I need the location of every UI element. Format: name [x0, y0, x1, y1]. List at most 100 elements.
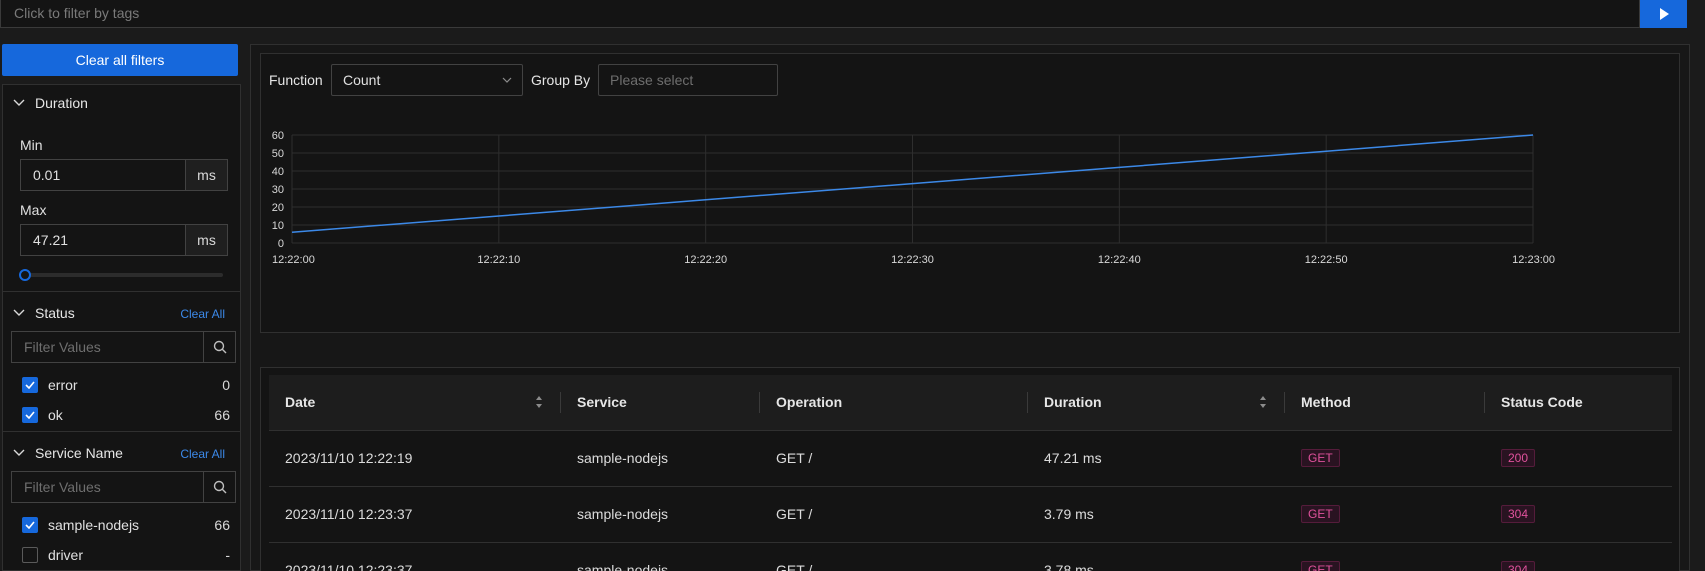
y-tick-label: 60 — [272, 130, 284, 142]
status-code-badge: 304 — [1501, 505, 1536, 523]
column-label: Date — [285, 394, 316, 411]
function-select[interactable]: Count — [331, 64, 523, 96]
max-duration-input[interactable]: 47.21 ms — [20, 224, 228, 256]
clear-all-filters-button[interactable]: Clear all filters — [2, 44, 238, 76]
cell-method: GET — [1285, 486, 1485, 543]
status-header[interactable]: Status — [13, 295, 75, 331]
function-label: Function — [269, 72, 323, 88]
table-row[interactable]: 2023/11/10 12:23:37 sample-nodejs GET / … — [269, 486, 1672, 543]
column-label: Service — [577, 394, 627, 411]
duration-slider-handle[interactable] — [19, 269, 31, 281]
table-header-row: Date Service Operation Duration Method S… — [269, 375, 1672, 431]
group-by-select[interactable]: Please select — [598, 64, 778, 96]
cell-service: sample-nodejs — [561, 486, 760, 543]
column-label: Method — [1301, 394, 1351, 411]
chevron-down-icon — [13, 99, 25, 106]
column-label: Duration — [1044, 394, 1102, 411]
duration-section: Duration Min 0.01 ms Max 47.21 ms — [3, 85, 240, 292]
service-option-sample-nodejs[interactable]: sample-nodejs 66 — [22, 514, 230, 536]
x-tick-label: 12:22:40 — [1098, 254, 1141, 266]
service-name-section: Service Name Clear All Filter Values sam… — [3, 432, 240, 571]
checkbox-checked[interactable] — [22, 407, 38, 423]
run-query-button[interactable] — [1640, 0, 1687, 28]
traces-table: Date Service Operation Duration Method S… — [269, 375, 1672, 571]
x-tick-label: 12:23:00 — [1512, 254, 1555, 266]
column-header-duration[interactable]: Duration — [1028, 375, 1285, 431]
status-code-badge: 200 — [1501, 449, 1536, 467]
service-option-count: 66 — [214, 517, 230, 533]
status-option-count: 66 — [214, 407, 230, 423]
service-clear-all-link[interactable]: Clear All — [180, 447, 225, 461]
checkbox-unchecked[interactable] — [22, 547, 38, 563]
group-by-placeholder: Please select — [610, 72, 694, 88]
service-name-title: Service Name — [35, 445, 123, 461]
method-badge: GET — [1301, 505, 1340, 523]
sort-icon[interactable] — [1259, 395, 1267, 409]
y-tick-label: 50 — [272, 148, 284, 160]
tag-filter-placeholder: Click to filter by tags — [14, 5, 140, 21]
check-icon — [25, 521, 35, 529]
service-filter-placeholder: Filter Values — [24, 479, 101, 495]
y-tick-label: 40 — [272, 166, 284, 178]
function-value: Count — [343, 72, 381, 88]
cell-date: 2023/11/10 12:23:37 — [269, 486, 561, 543]
count-line-chart: 0 10 20 30 40 50 60 12:22:00 12:22:10 12:22:20 12:… — [272, 130, 1555, 266]
cell-service: sample-nodejs — [561, 542, 760, 571]
table-row[interactable]: 2023/11/10 12:22:19 sample-nodejs GET / … — [269, 430, 1672, 487]
duration-slider[interactable] — [19, 269, 223, 281]
status-clear-all-link[interactable]: Clear All — [180, 307, 225, 321]
traces-table-card: Date Service Operation Duration Method S… — [260, 367, 1680, 571]
cell-operation: GET / — [760, 542, 1028, 571]
min-duration-input[interactable]: 0.01 ms — [20, 159, 228, 191]
cell-duration: 3.79 ms — [1028, 486, 1285, 543]
min-label: Min — [20, 137, 43, 153]
status-option-ok[interactable]: ok 66 — [22, 404, 230, 426]
cell-method: GET — [1285, 542, 1485, 571]
column-header-service[interactable]: Service — [561, 375, 760, 431]
cell-service: sample-nodejs — [561, 430, 760, 487]
column-label: Status Code — [1501, 394, 1583, 411]
status-search-button[interactable] — [203, 332, 235, 362]
x-tick-label: 12:22:10 — [477, 254, 520, 266]
status-option-error[interactable]: error 0 — [22, 374, 230, 396]
checkbox-checked[interactable] — [22, 517, 38, 533]
cell-date: 2023/11/10 12:22:19 — [269, 430, 561, 487]
max-duration-value: 47.21 — [33, 232, 69, 248]
function-control: Function — [269, 64, 323, 96]
service-name-header[interactable]: Service Name — [13, 435, 123, 471]
search-icon — [213, 340, 226, 354]
group-by-label: Group By — [531, 72, 591, 88]
service-search-button[interactable] — [203, 472, 235, 502]
column-label: Operation — [776, 394, 843, 411]
cell-method: GET — [1285, 430, 1485, 487]
duration-header[interactable]: Duration — [13, 85, 88, 121]
x-tick-label: 12:22:00 — [272, 254, 315, 266]
column-header-date[interactable]: Date — [269, 375, 561, 431]
column-header-operation[interactable]: Operation — [760, 375, 1028, 431]
play-icon — [1659, 8, 1669, 20]
service-option-label: driver — [48, 547, 84, 563]
cell-duration: 3.78 ms — [1028, 542, 1285, 571]
checkbox-checked[interactable] — [22, 377, 38, 393]
search-icon — [213, 480, 226, 494]
method-badge: GET — [1301, 449, 1340, 467]
status-filter-placeholder: Filter Values — [24, 339, 101, 355]
column-header-status-code[interactable]: Status Code — [1485, 375, 1672, 431]
service-option-driver[interactable]: driver - — [22, 544, 230, 566]
x-tick-label: 12:22:50 — [1305, 254, 1348, 266]
y-tick-label: 10 — [272, 220, 284, 232]
table-row[interactable]: 2023/11/10 12:23:37 sample-nodejs GET / … — [269, 542, 1672, 571]
service-filter-input[interactable]: Filter Values — [11, 471, 236, 503]
cell-status-code: 304 — [1485, 486, 1672, 543]
x-tick-label: 12:22:30 — [891, 254, 934, 266]
sort-icon[interactable] — [535, 395, 543, 409]
duration-title: Duration — [35, 95, 88, 111]
tag-filter-input[interactable]: Click to filter by tags — [0, 0, 1640, 28]
cell-operation: GET / — [760, 486, 1028, 543]
column-header-method[interactable]: Method — [1285, 375, 1485, 431]
cell-status-code: 200 — [1485, 430, 1672, 487]
chevron-down-icon — [13, 309, 25, 316]
status-code-badge: 304 — [1501, 561, 1536, 571]
status-filter-input[interactable]: Filter Values — [11, 331, 236, 363]
cell-duration: 47.21 ms — [1028, 430, 1285, 487]
